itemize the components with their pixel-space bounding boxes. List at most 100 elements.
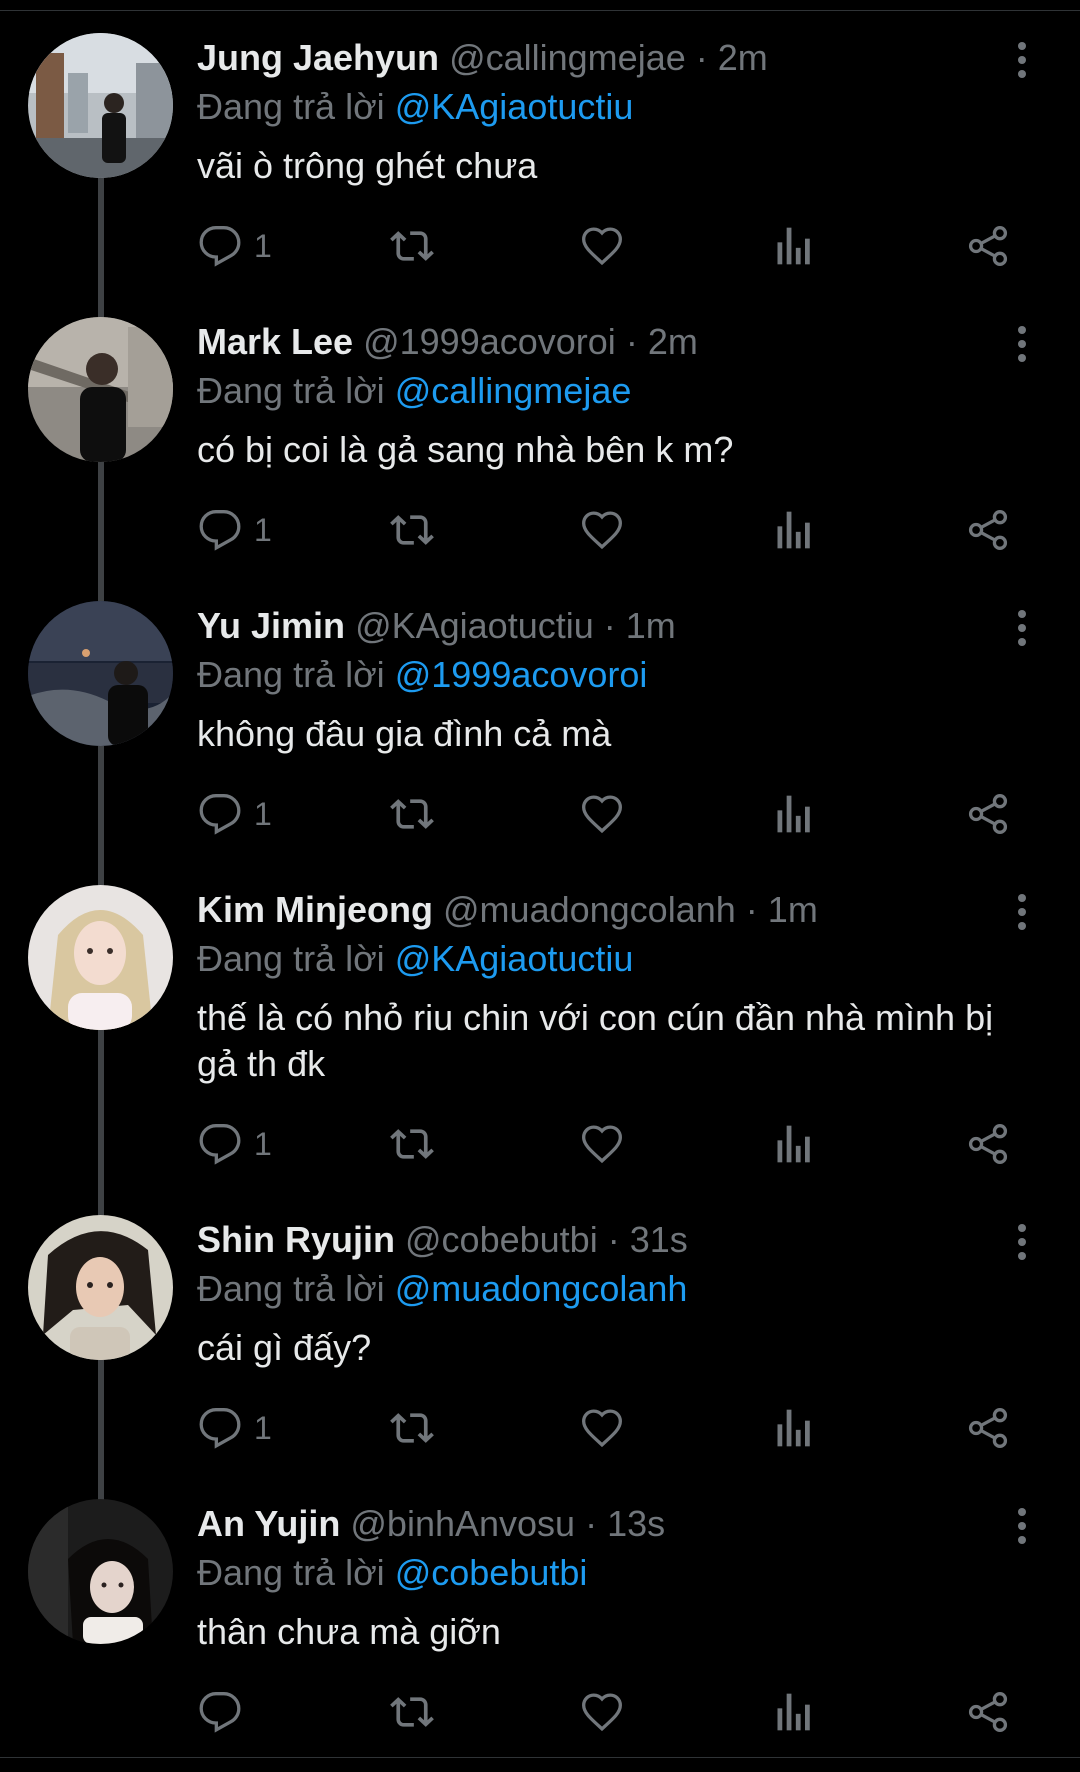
avatar[interactable] [28, 33, 173, 178]
more-options-button[interactable] [1010, 608, 1034, 648]
tweet[interactable]: An Yujin @binhAnvosu · 13s Đang trả lời … [0, 1456, 1080, 1757]
timestamp[interactable]: 31s [630, 1219, 688, 1260]
timestamp[interactable]: 2m [648, 321, 698, 362]
tweet[interactable]: Yu Jimin @KAgiaotuctiu · 1m Đang trả lời… [0, 558, 1080, 886]
like-button[interactable] [580, 784, 624, 844]
reply-count: 1 [254, 1125, 272, 1162]
views-button[interactable] [774, 1682, 814, 1742]
reply-count: 1 [254, 511, 272, 548]
retweet-icon [390, 1129, 434, 1159]
more-options-button[interactable] [1010, 1506, 1034, 1546]
retweet-button[interactable] [388, 1398, 436, 1458]
like-icon [582, 511, 622, 550]
views-button[interactable] [774, 784, 814, 844]
reply-button[interactable]: 1 [198, 1114, 272, 1174]
retweet-icon [390, 1413, 434, 1443]
thread-line [98, 274, 104, 310]
views-button[interactable] [774, 216, 814, 276]
retweet-button[interactable] [388, 500, 436, 560]
replying-to: Đang trả lời @KAgiaotuctiu [197, 83, 633, 131]
tweet[interactable]: Shin Ryujin @cobebutbi · 31s Đang trả lờ… [0, 1172, 1080, 1500]
more-options-icon [1018, 894, 1026, 930]
like-icon [582, 1125, 622, 1164]
reply-button[interactable]: 1 [198, 1398, 272, 1458]
share-icon [968, 1408, 1008, 1448]
like-button[interactable] [580, 500, 624, 560]
reply-icon [199, 1124, 241, 1165]
user-handle[interactable]: @cobebutbi [405, 1219, 598, 1260]
more-options-icon [1018, 326, 1026, 362]
replying-to-label: Đang trả lời [197, 86, 385, 127]
retweet-button[interactable] [388, 1682, 436, 1742]
display-name[interactable]: Shin Ryujin [197, 1219, 395, 1260]
retweet-button[interactable] [388, 1114, 436, 1174]
reply-button[interactable] [198, 1682, 254, 1742]
share-button[interactable] [966, 1398, 1010, 1458]
timestamp[interactable]: 1m [768, 889, 818, 930]
user-handle[interactable]: @KAgiaotuctiu [355, 605, 594, 646]
replying-to-label: Đang trả lời [197, 1552, 385, 1593]
like-icon [582, 795, 622, 834]
like-button[interactable] [580, 216, 624, 276]
timestamp[interactable]: 2m [718, 37, 768, 78]
tweet[interactable]: Jung Jaehyun @callingmejae · 2m Đang trả… [0, 0, 1080, 318]
like-button[interactable] [580, 1682, 624, 1742]
avatar[interactable] [28, 601, 173, 746]
separator-dot: · [625, 321, 638, 362]
share-button[interactable] [966, 1682, 1010, 1742]
views-button[interactable] [774, 1114, 814, 1174]
display-name[interactable]: Yu Jimin [197, 605, 345, 646]
tweet[interactable]: Mark Lee @1999acovoroi · 2m Đang trả lời… [0, 274, 1080, 602]
more-options-button[interactable] [1010, 324, 1034, 364]
timestamp[interactable]: 1m [626, 605, 676, 646]
tweet[interactable]: Kim Minjeong @muadongcolanh · 1m Đang tr… [0, 842, 1080, 1216]
mention-link[interactable]: @KAgiaotuctiu [395, 86, 634, 127]
share-button[interactable] [966, 500, 1010, 560]
reply-button[interactable]: 1 [198, 500, 272, 560]
more-options-button[interactable] [1010, 892, 1034, 932]
retweet-button[interactable] [388, 784, 436, 844]
views-icon [777, 227, 810, 265]
avatar[interactable] [28, 885, 173, 1030]
timestamp[interactable]: 13s [607, 1503, 665, 1544]
like-button[interactable] [580, 1114, 624, 1174]
user-handle[interactable]: @binhAnvosu [350, 1503, 575, 1544]
views-button[interactable] [774, 500, 814, 560]
share-button[interactable] [966, 784, 1010, 844]
mention-link[interactable]: @muadongcolanh [395, 1268, 688, 1309]
reply-button[interactable]: 1 [198, 784, 272, 844]
mention-link[interactable]: @KAgiaotuctiu [395, 938, 634, 979]
avatar[interactable] [28, 317, 173, 462]
reply-button[interactable]: 1 [198, 216, 272, 276]
replying-to: Đang trả lời @cobebutbi [197, 1549, 587, 1597]
user-handle[interactable]: @1999acovoroi [363, 321, 616, 362]
like-icon [582, 1409, 622, 1448]
share-button[interactable] [966, 1114, 1010, 1174]
retweet-button[interactable] [388, 216, 436, 276]
reply-count: 1 [254, 1409, 272, 1446]
avatar[interactable] [28, 1215, 173, 1360]
mention-link[interactable]: @callingmejae [395, 370, 632, 411]
mention-link[interactable]: @1999acovoroi [395, 654, 648, 695]
more-options-button[interactable] [1010, 1222, 1034, 1262]
display-name[interactable]: Mark Lee [197, 321, 353, 362]
thread-line [98, 1172, 104, 1208]
user-handle[interactable]: @callingmejae [449, 37, 686, 78]
display-name[interactable]: An Yujin [197, 1503, 340, 1544]
tweet-text: không đâu gia đình cả mà [197, 713, 612, 754]
display-name[interactable]: Kim Minjeong [197, 889, 433, 930]
share-button[interactable] [966, 216, 1010, 276]
bottom-divider [0, 1757, 1080, 1772]
avatar[interactable] [28, 1499, 173, 1644]
reply-icon [199, 1408, 241, 1449]
mention-link[interactable]: @cobebutbi [395, 1552, 588, 1593]
action-bar: 1 [0, 216, 1080, 276]
share-icon [968, 510, 1008, 550]
like-button[interactable] [580, 1398, 624, 1458]
views-button[interactable] [774, 1398, 814, 1458]
user-handle[interactable]: @muadongcolanh [443, 889, 736, 930]
more-options-icon [1018, 610, 1026, 646]
avatar-image [28, 33, 173, 178]
more-options-button[interactable] [1010, 40, 1034, 80]
display-name[interactable]: Jung Jaehyun [197, 37, 439, 78]
